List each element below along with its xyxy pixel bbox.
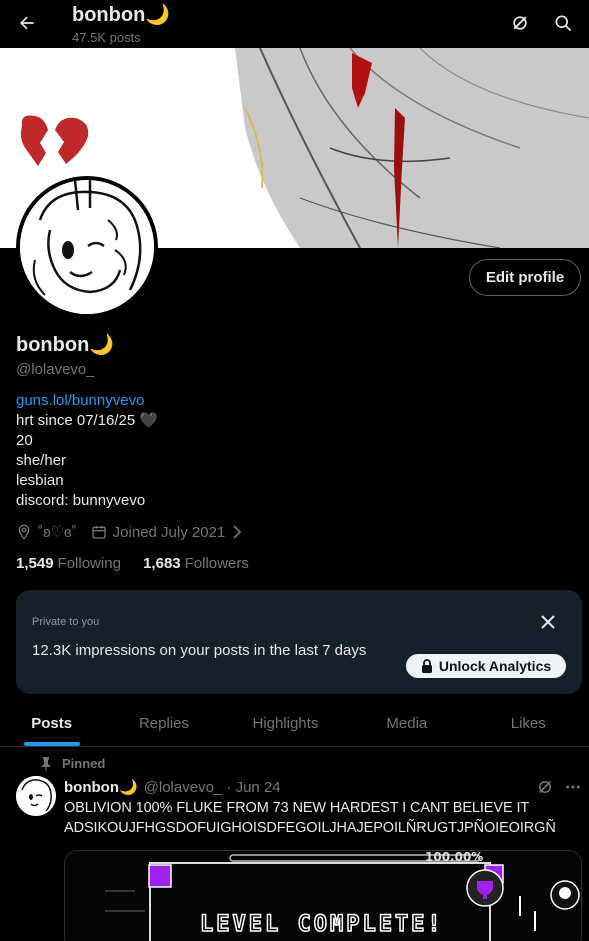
tab-replies[interactable]: Replies <box>103 700 224 746</box>
post-actions-top <box>536 778 582 796</box>
post-text: OBLIVION 100% FLUKE FROM 73 NEW HARDEST … <box>64 798 556 838</box>
bio-line: discord: bunnyvevo <box>16 492 146 509</box>
pinned-label: Pinned <box>62 756 106 771</box>
bio-line: lesbian <box>16 472 64 489</box>
bio-line: hrt since 07/16/25 🖤 <box>16 412 159 429</box>
post-author-name[interactable]: bonbon🌙 <box>64 778 138 796</box>
back-arrow-icon[interactable] <box>10 6 44 40</box>
bio-line: 20 <box>16 432 33 449</box>
profile-meta: ˚ʚ♡ɞ˚ Joined July 2021 <box>16 523 263 541</box>
analytics-card: Private to you 12.3K impressions on your… <box>16 590 582 694</box>
grok-icon[interactable] <box>536 778 554 796</box>
profile-bio: guns.lol/bunnyvevo hrt since 07/16/25 🖤 … <box>16 391 158 511</box>
pin-icon <box>41 756 51 771</box>
more-options-icon[interactable] <box>564 778 582 796</box>
followers-link[interactable]: 1,683 Followers <box>143 555 249 572</box>
media-percent: 100.00% <box>425 851 483 864</box>
joined-text: Joined July 2021 <box>112 523 226 541</box>
bio-link[interactable]: guns.lol/bunnyvevo <box>16 391 158 411</box>
location-pin-icon <box>18 524 30 540</box>
post-text-line: ADSIKOUJFHGSDOFUIGHOISDFEGOILJHAJEPOILÑR… <box>64 820 556 836</box>
lock-icon <box>421 659 432 673</box>
joined-item[interactable]: Joined July 2021 <box>91 524 250 541</box>
pinned-post[interactable]: Pinned bonbon🌙 @lolavevo_ · Jun 24 OBLIV… <box>0 748 589 941</box>
profile-handle: @lolavevo_ <box>16 361 95 378</box>
profile-avatar[interactable] <box>16 176 158 318</box>
following-label: Following <box>57 555 121 572</box>
tab-posts[interactable]: Posts <box>0 700 103 746</box>
tab-media[interactable]: Media <box>346 700 467 746</box>
calendar-icon <box>92 526 106 539</box>
header-titles: bonbon🌙 47.5K posts <box>72 4 170 45</box>
media-banner-text: LEVEL COMPLETE! <box>200 912 444 937</box>
header-name: bonbon🌙 <box>72 4 171 26</box>
unlock-analytics-button[interactable]: Unlock Analytics <box>406 654 566 678</box>
following-count: 1,549 <box>16 555 54 572</box>
post-media-video[interactable]: 100.00% LEVEL COMPLETE! <box>64 850 582 941</box>
impressions-text: 12.3K impressions on your posts in the l… <box>32 642 367 659</box>
bio-line: she/her <box>16 452 67 469</box>
header-post-count: 47.5K posts <box>72 30 141 45</box>
followers-label: Followers <box>184 555 249 572</box>
close-icon[interactable] <box>538 612 558 632</box>
post-avatar[interactable] <box>16 776 56 816</box>
post-header: bonbon🌙 @lolavevo_ · Jun 24 <box>64 778 281 797</box>
profile-display-name: bonbon🌙 <box>16 334 115 356</box>
top-bar: bonbon🌙 47.5K posts <box>0 0 589 48</box>
unlock-analytics-label: Unlock Analytics <box>438 658 552 674</box>
chevron-right-icon <box>233 525 242 539</box>
location-item: ˚ʚ♡ɞ˚ <box>16 523 77 541</box>
profile-tabs: Posts Replies Highlights Media Likes <box>0 700 589 747</box>
private-label: Private to you <box>32 616 100 628</box>
grok-icon[interactable] <box>505 8 535 38</box>
edit-profile-button[interactable]: Edit profile <box>469 259 581 296</box>
pinned-indicator: Pinned <box>40 756 105 771</box>
post-author-handle[interactable]: @lolavevo_ · Jun 24 <box>144 779 281 796</box>
following-link[interactable]: 1,549 Following <box>16 555 121 572</box>
search-icon[interactable] <box>548 8 578 38</box>
tab-highlights[interactable]: Highlights <box>225 700 346 746</box>
location-text: ˚ʚ♡ɞ˚ <box>38 524 77 541</box>
post-text-line: OBLIVION 100% FLUKE FROM 73 NEW HARDEST … <box>64 800 530 816</box>
followers-count: 1,683 <box>143 555 181 572</box>
tab-likes[interactable]: Likes <box>468 700 589 746</box>
follow-counts: 1,549 Following 1,683 Followers <box>16 555 267 572</box>
